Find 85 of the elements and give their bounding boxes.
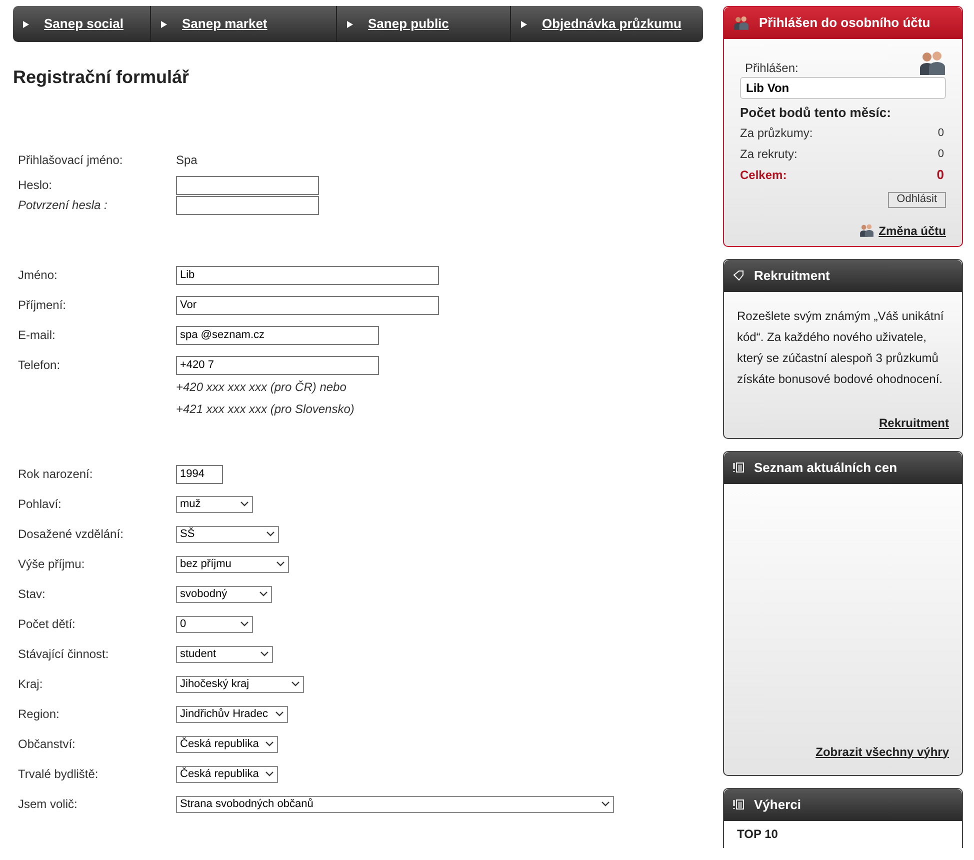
play-icon: [347, 20, 353, 28]
caret-icon: [275, 711, 284, 717]
points-label: Za rekruty:: [740, 146, 798, 163]
input-field[interactable]: spa @seznam.cz: [176, 326, 379, 344]
logout-button[interactable]: Odhlásit: [888, 192, 946, 208]
field-label: Telefon:: [18, 357, 62, 374]
caret-icon: [601, 801, 610, 807]
points-label: Celkem:: [740, 167, 787, 184]
recruit-link[interactable]: Rekruitment: [878, 414, 949, 432]
caret-icon: [260, 651, 269, 657]
field-label: Jméno:: [18, 267, 58, 284]
dropdown[interactable]: svobodný: [176, 586, 272, 602]
field-label: Rok narození:: [18, 466, 94, 483]
dropdown[interactable]: 0: [176, 616, 253, 632]
list-icon: [733, 799, 744, 810]
field-label: Příjmení:: [18, 297, 68, 314]
play-icon: [521, 20, 527, 28]
hint-text: +421 xxx xxx xxx (pro Slovensko): [176, 401, 356, 418]
field-label: Pohlaví:: [18, 496, 62, 513]
field-label: Počet dětí:: [18, 616, 76, 633]
user-name-field: Lib Von: [740, 77, 946, 99]
tag-icon: [733, 270, 744, 281]
field-label: Stav:: [18, 586, 46, 603]
field-label: Heslo:: [18, 177, 54, 194]
field-label: Občanství:: [18, 736, 76, 753]
dropdown[interactable]: SŠ: [176, 526, 279, 542]
field-label: Trvalé bydliště:: [18, 766, 100, 783]
field-label: E-mail:: [18, 327, 56, 344]
caret-icon: [265, 741, 274, 747]
field-label: Jsem volič:: [18, 796, 78, 813]
dropdown[interactable]: Česká republika: [176, 766, 278, 782]
recruit-text: Rozešlete svým známým „Váš unikátní kód“. Za každého nového uživatele, který se zúčastní alespoň 3 průzkumů získáte bonusové bodové ohodnocení.: [737, 308, 945, 388]
play-icon: [161, 20, 167, 28]
points-title: Počet bodů tento měsíc:: [740, 104, 892, 122]
input-field[interactable]: 1994: [176, 464, 223, 484]
field-value: Spa: [176, 152, 198, 169]
panel-title: Seznam aktuálních cen: [754, 458, 898, 477]
caret-icon: [259, 591, 268, 597]
people-icon: [858, 223, 874, 238]
dropdown[interactable]: Jindřichův Hradec: [176, 706, 288, 722]
page-title: Registrační formulář: [13, 66, 190, 89]
input-field[interactable]: +420 7: [176, 356, 379, 374]
password-field[interactable]: [176, 196, 319, 214]
people-icon: [918, 49, 946, 77]
field-label: Stávající činnost:: [18, 646, 110, 663]
dropdown[interactable]: Česká republika: [176, 736, 278, 752]
input-field[interactable]: Lib: [176, 266, 439, 284]
nav-link[interactable]: Sanep market: [150, 6, 336, 42]
points-label: Za průzkumy:: [740, 125, 813, 142]
field-label: Výše příjmu:: [18, 556, 86, 573]
points-value: 0: [936, 166, 944, 184]
play-icon: [23, 20, 29, 28]
panel-title: Rekruitment: [754, 266, 830, 285]
logged-in-label: Přihlášen:: [745, 60, 798, 77]
points-value: 0: [938, 146, 944, 162]
points-value: 0: [938, 126, 944, 141]
caret-icon: [266, 531, 275, 537]
caret-icon: [265, 771, 274, 777]
switch-account-link[interactable]: Změna účtu: [878, 222, 946, 240]
nav-link[interactable]: Sanep public: [336, 6, 510, 42]
all-prizes-link[interactable]: Zobrazit všechny výhry: [816, 742, 949, 760]
input-field[interactable]: Vor: [176, 296, 439, 314]
field-label: Dosažené vzdělání:: [18, 526, 124, 543]
password-field[interactable]: [176, 176, 319, 194]
dropdown[interactable]: muž: [176, 496, 253, 512]
winners-subtitle: TOP 10: [736, 826, 779, 840]
field-label: Přihlašovací jméno:: [18, 152, 124, 169]
caret-icon: [276, 561, 285, 567]
panel-title: Výherci: [754, 796, 801, 814]
people-icon: [733, 15, 749, 31]
nav-link[interactable]: Objednávka průzkumu: [510, 6, 703, 42]
field-label: Kraj:: [18, 676, 44, 693]
caret-icon: [240, 501, 249, 507]
list-icon: [733, 462, 744, 473]
nav-link[interactable]: Sanep social: [13, 6, 150, 42]
field-label: Region:: [18, 706, 60, 723]
caret-icon: [240, 621, 249, 627]
panel-title: Přihlášen do osobního účtu: [759, 14, 930, 32]
dropdown[interactable]: student: [176, 646, 273, 662]
caret-icon: [291, 681, 300, 687]
field-label: Potvrzení hesla :: [18, 197, 108, 214]
dropdown[interactable]: Jihočeský kraj: [176, 676, 304, 692]
hint-text: +420 xxx xxx xxx (pro ČR) nebo: [176, 379, 348, 396]
dropdown[interactable]: Strana svobodných občanů: [176, 796, 614, 812]
dropdown[interactable]: bez příjmu: [176, 556, 289, 572]
